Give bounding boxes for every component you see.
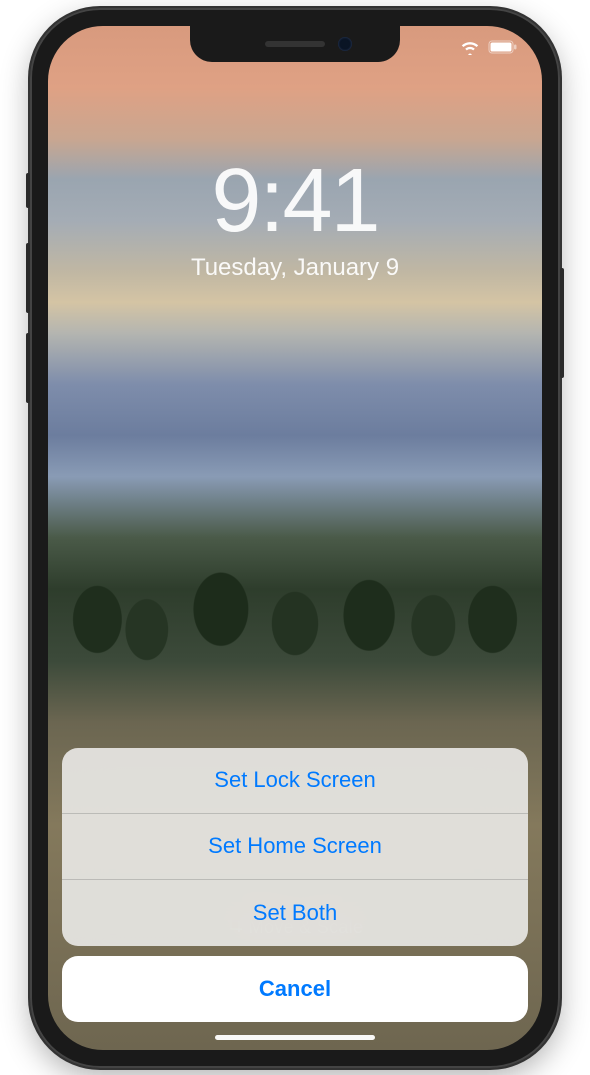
notch	[190, 26, 400, 62]
battery-icon	[488, 40, 518, 54]
option-label: Set Lock Screen	[214, 767, 375, 793]
wifi-icon	[460, 40, 480, 55]
option-label: Set Home Screen	[208, 833, 382, 859]
wallpaper-trees-layer	[48, 497, 542, 702]
mute-switch	[26, 173, 30, 208]
clock-date: Tuesday, January 9	[48, 254, 542, 282]
cancel-label: Cancel	[259, 976, 331, 1002]
set-home-screen-option[interactable]: Set Home Screen	[62, 814, 528, 880]
lock-screen-info: 9:41 Tuesday, January 9	[48, 156, 542, 282]
set-lock-screen-option[interactable]: Set Lock Screen	[62, 748, 528, 814]
option-label: Set Both	[253, 900, 337, 926]
cancel-button[interactable]: Cancel	[62, 956, 528, 1022]
phone-screen: 9:41 Tuesday, January 9 Move & Scale Set…	[48, 26, 542, 1050]
volume-down-button	[26, 333, 30, 403]
front-camera	[338, 37, 352, 51]
phone-device-frame: 9:41 Tuesday, January 9 Move & Scale Set…	[30, 8, 560, 1068]
speaker-grille	[265, 41, 325, 47]
action-sheet-options-group: Set Lock Screen Set Home Screen Set Both	[62, 748, 528, 946]
set-both-option[interactable]: Set Both	[62, 880, 528, 946]
volume-up-button	[26, 243, 30, 313]
action-sheet: Set Lock Screen Set Home Screen Set Both…	[62, 748, 528, 1022]
home-indicator[interactable]	[215, 1035, 375, 1040]
status-bar	[460, 40, 518, 55]
side-power-button	[560, 268, 564, 378]
clock-time: 9:41	[48, 156, 542, 246]
